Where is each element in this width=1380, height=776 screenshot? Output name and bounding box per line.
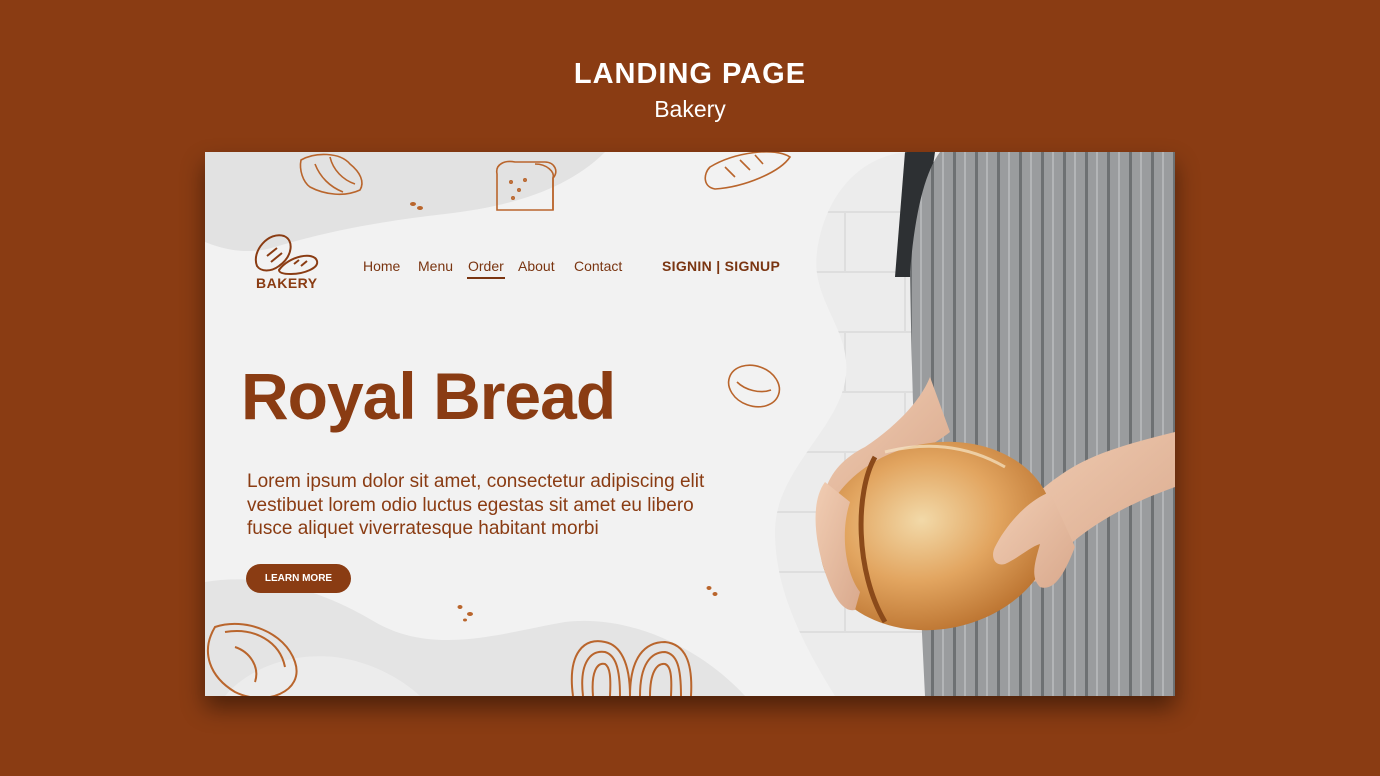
logo-text: BAKERY bbox=[256, 275, 318, 291]
signin-signup-link[interactable]: SIGNIN | SIGNUP bbox=[662, 258, 780, 274]
hero-title: Royal Bread bbox=[241, 359, 616, 433]
pretzel-doodle-icon bbox=[206, 622, 298, 696]
baguette-doodle-icon bbox=[704, 152, 792, 190]
hero-description: Lorem ipsum dolor sit amet, consectetur … bbox=[247, 471, 705, 539]
page-heading: LANDING PAGE bbox=[573, 58, 807, 90]
pastry-doodle-icon bbox=[570, 640, 693, 696]
landing-page-mockup: BAKERY Home Menu Order About Contact SIG… bbox=[205, 152, 1175, 696]
nav-about[interactable]: About bbox=[518, 258, 555, 274]
nav-menu[interactable]: Menu bbox=[418, 258, 453, 274]
toast-doodle-icon bbox=[495, 160, 557, 211]
nav-home[interactable]: Home bbox=[363, 258, 400, 274]
bun-doodle-icon bbox=[727, 364, 781, 408]
learn-more-button[interactable]: LEARN MORE bbox=[246, 564, 351, 593]
nav-order[interactable]: Order bbox=[467, 258, 505, 279]
croissant-doodle-icon bbox=[299, 153, 363, 196]
nav-contact[interactable]: Contact bbox=[574, 258, 622, 274]
page-subheading: Bakery bbox=[654, 96, 726, 122]
